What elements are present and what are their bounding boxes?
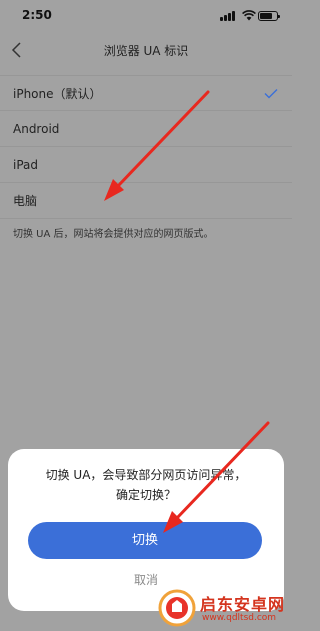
dialog-message: 切换 UA，会导致部分网页访问异常， 确定切换？ (8, 465, 284, 505)
ua-option-label: iPad (13, 158, 39, 172)
ua-option-label: iPhone（默认） (13, 87, 102, 101)
dialog-message-line2: 确定切换？ (115, 488, 176, 502)
status-icons (220, 10, 280, 22)
status-bar: 2:50 (0, 0, 292, 32)
dialog-message-line1: 切换 UA，会导致部分网页访问异常， (45, 468, 247, 482)
wifi-icon (242, 10, 256, 21)
switch-button[interactable]: 切换 (28, 522, 262, 559)
ua-option-label: 电脑 (13, 194, 38, 208)
nav-bar: 浏览器 UA 标识 (0, 32, 292, 68)
signal-icon (220, 10, 238, 21)
watermark-title: 启东安卓网 (200, 595, 286, 614)
ua-option-list: iPhone（默认） Android iPad 电脑 (0, 75, 292, 219)
watermark-url: www.qdltsd.com (202, 613, 277, 623)
checkmark-icon (264, 89, 278, 99)
ua-option-android[interactable]: Android (0, 111, 292, 147)
watermark-logo-icon (158, 589, 196, 627)
page-title: 浏览器 UA 标识 (103, 44, 189, 58)
site-watermark: 启东安卓网 www.qdltsd.com (158, 587, 292, 631)
ua-option-desktop[interactable]: 电脑 (0, 183, 292, 219)
ua-option-iphone[interactable]: iPhone（默认） (0, 75, 292, 111)
cancel-button[interactable]: 取消 (8, 571, 284, 588)
ua-option-label: Android (13, 122, 60, 136)
ua-option-ipad[interactable]: iPad (0, 147, 292, 183)
battery-icon (258, 11, 280, 21)
status-time: 2:50 (22, 8, 52, 22)
hint-text: 切换 UA 后，网站将会提供对应的网页版式。 (13, 229, 214, 240)
